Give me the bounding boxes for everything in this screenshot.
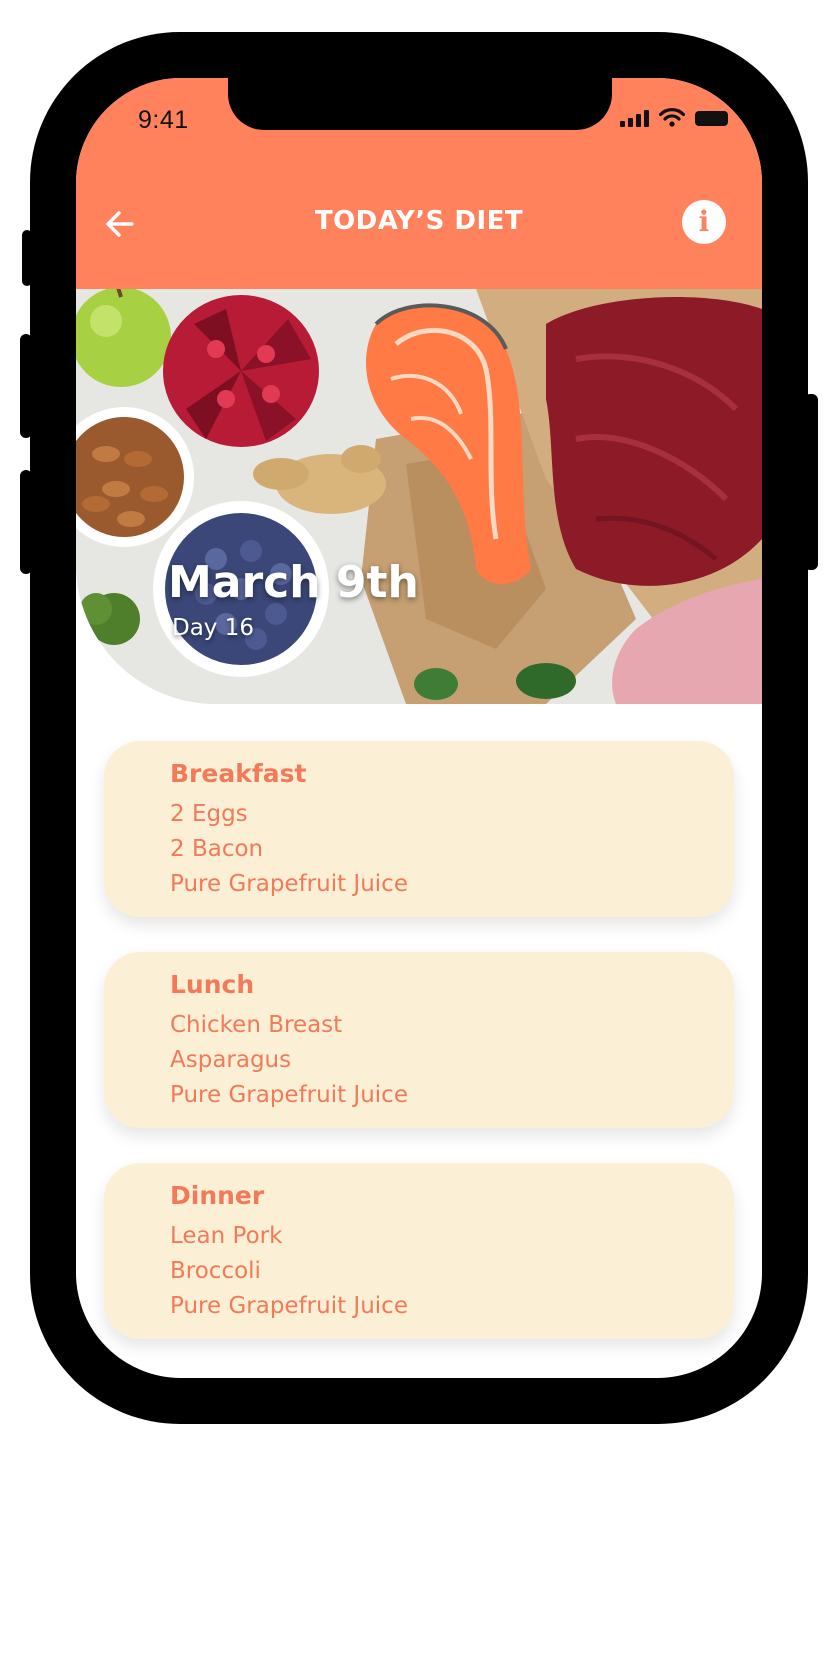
food-illustration bbox=[76, 289, 762, 704]
mute-switch bbox=[22, 230, 32, 286]
meal-items: Lean Pork Broccoli Pure Grapefruit Juice bbox=[170, 1219, 408, 1324]
meal-items: 2 Eggs 2 Bacon Pure Grapefruit Juice bbox=[170, 797, 408, 902]
meal-title: Dinner bbox=[170, 1181, 265, 1210]
cellular-signal-icon bbox=[620, 109, 649, 127]
meal-item: 2 Bacon bbox=[170, 836, 264, 862]
wifi-icon bbox=[659, 108, 685, 127]
volume-down-button bbox=[20, 470, 32, 574]
meal-item: Lean Pork bbox=[170, 1223, 283, 1249]
meal-card-dinner[interactable]: Dinner Lean Pork Broccoli Pure Grapefrui… bbox=[104, 1163, 734, 1339]
battery-icon bbox=[695, 111, 728, 126]
device-notch bbox=[228, 78, 612, 130]
diet-date: March 9th bbox=[168, 557, 419, 608]
app-screen: 9:41 TODAY’S DIET i March 9th Day 16 Bre… bbox=[76, 78, 762, 1378]
meal-card-lunch[interactable]: Lunch Chicken Breast Asparagus Pure Grap… bbox=[104, 952, 734, 1128]
meal-card-breakfast[interactable]: Breakfast 2 Eggs 2 Bacon Pure Grapefruit… bbox=[104, 741, 734, 917]
page-title: TODAY’S DIET bbox=[314, 206, 524, 236]
phone-frame: 9:41 TODAY’S DIET i March 9th Day 16 Bre… bbox=[20, 32, 818, 1424]
hero-food-image: March 9th Day 16 bbox=[76, 289, 762, 704]
meal-item: Pure Grapefruit Juice bbox=[170, 1293, 408, 1319]
status-icons bbox=[620, 108, 728, 127]
volume-up-button bbox=[20, 334, 32, 438]
meal-item: Broccoli bbox=[170, 1258, 261, 1284]
meal-title: Breakfast bbox=[170, 759, 307, 788]
meal-item: Chicken Breast bbox=[170, 1012, 343, 1038]
meal-title: Lunch bbox=[170, 970, 255, 999]
status-time: 9:41 bbox=[138, 106, 189, 134]
meal-item: Asparagus bbox=[170, 1047, 292, 1073]
meal-item: Pure Grapefruit Juice bbox=[170, 1082, 408, 1108]
info-icon[interactable]: i bbox=[682, 200, 726, 244]
diet-day-count: Day 16 bbox=[172, 615, 254, 641]
power-button bbox=[804, 394, 818, 570]
meal-item: Pure Grapefruit Juice bbox=[170, 871, 408, 897]
meal-items: Chicken Breast Asparagus Pure Grapefruit… bbox=[170, 1008, 408, 1113]
meal-item: 2 Eggs bbox=[170, 801, 248, 827]
